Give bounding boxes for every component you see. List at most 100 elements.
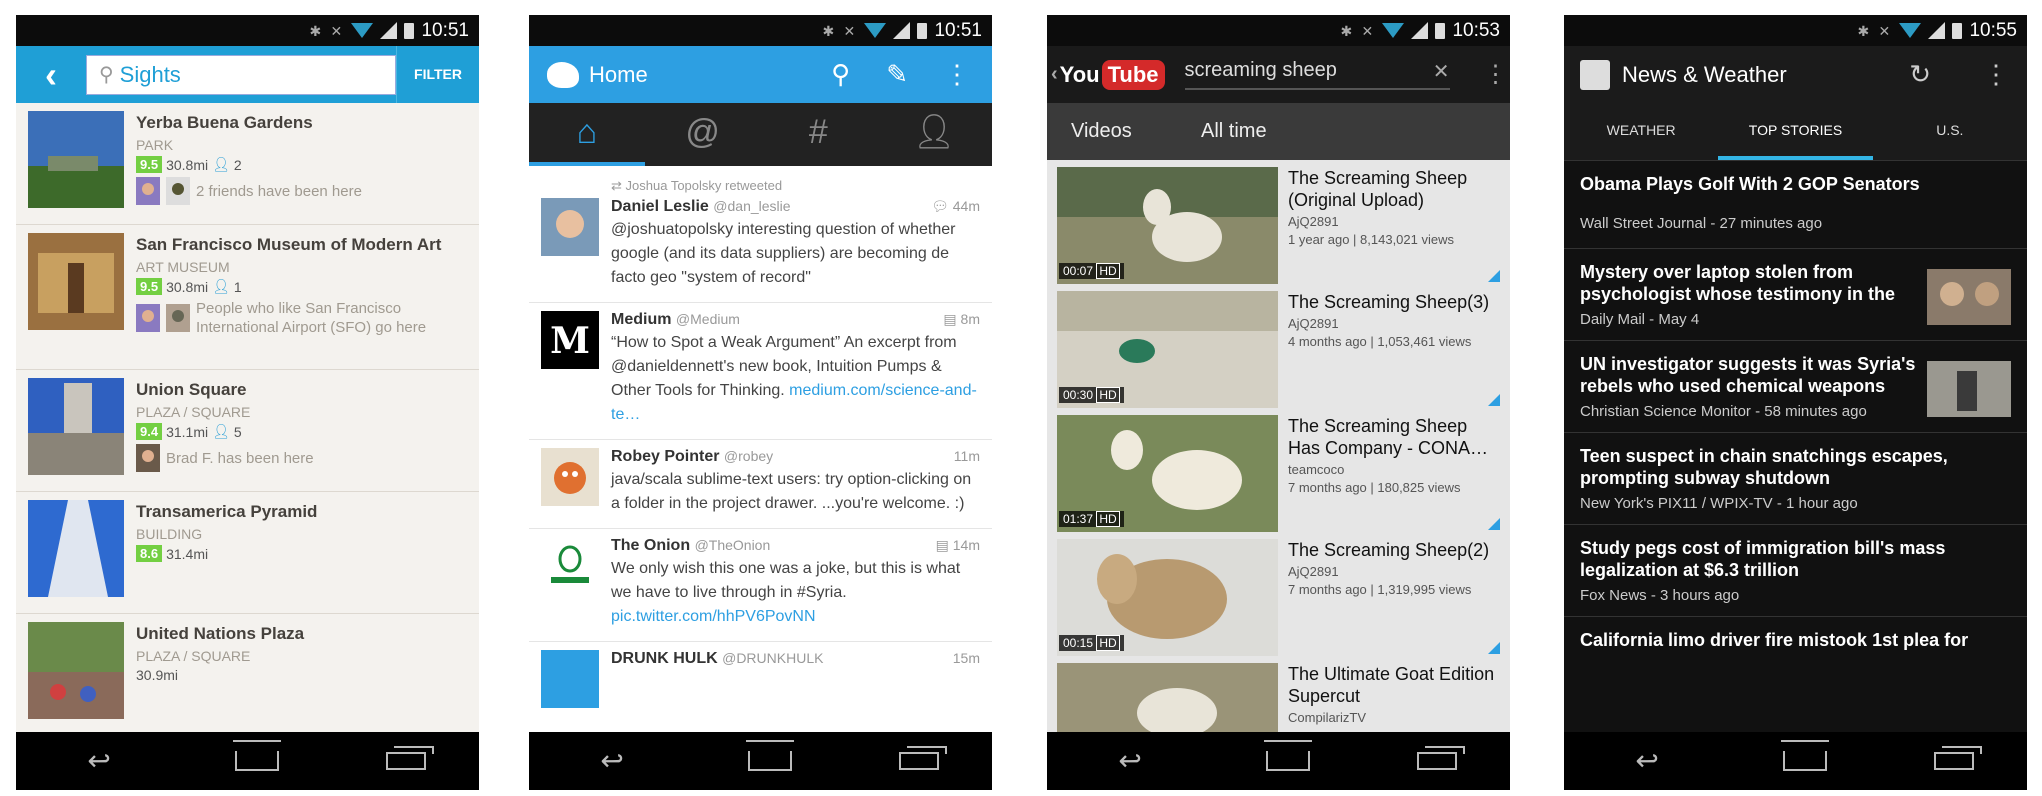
back-nav-icon[interactable]: ↩ xyxy=(69,747,129,775)
venue-photo xyxy=(28,500,124,597)
avatar xyxy=(136,444,160,472)
venue-name: San Francisco Museum of Modern Art xyxy=(136,235,442,254)
news-headline: UN investigator suggests it was Syria's … xyxy=(1580,354,1916,396)
back-nav-icon[interactable]: ↩ xyxy=(582,747,642,775)
tweet-link[interactable]: pic.twitter.com/hhPV6PovNN xyxy=(611,608,816,625)
tweet-author: Medium xyxy=(611,311,672,328)
venue-item[interactable]: United Nations Plaza PLAZA / SQUARE 30.9… xyxy=(16,614,479,736)
tab-top-stories[interactable]: TOP STORIES xyxy=(1718,103,1873,160)
tweet[interactable]: Daniel Leslie @dan_leslie 💬︎ 44m @joshuat… xyxy=(529,194,992,303)
avatar xyxy=(541,650,599,708)
more-corner-icon[interactable] xyxy=(1488,518,1500,530)
search-field[interactable]: screaming sheep ✕ xyxy=(1184,59,1450,90)
venue-score: 9.5 xyxy=(136,156,163,173)
tweet-author: Daniel Leslie xyxy=(611,198,709,215)
action-bar: ‹ ⚲ Sights FILTER xyxy=(16,46,479,103)
refresh-icon[interactable]: ↻ xyxy=(1909,59,1931,90)
compose-icon[interactable]: ✎ xyxy=(886,59,908,90)
video-item[interactable]: 01:37 HD The Screaming Sheep Has Company… xyxy=(1047,408,1510,532)
news-item[interactable]: UN investigator suggests it was Syria's … xyxy=(1564,341,2027,433)
overflow-menu-icon[interactable]: ⋮ xyxy=(1484,60,1508,89)
person-icon: 👤︎ xyxy=(212,156,230,172)
search-icon[interactable]: ⚲ xyxy=(831,59,850,90)
news-source: Fox News - 3 hours ago xyxy=(1580,587,1740,604)
tweet-handle: @dan_leslie xyxy=(713,198,791,214)
venue-score: 9.4 xyxy=(136,423,163,440)
venue-item[interactable]: Union Square PLAZA / SQUARE 9.4 31.1mi 👤… xyxy=(16,370,479,492)
venue-distance: 30.9mi xyxy=(136,667,179,683)
video-title: The Screaming Sheep Has Company - CONA… xyxy=(1288,416,1489,458)
video-meta: 7 months ago | 180,825 views xyxy=(1288,480,1461,495)
home-nav-icon[interactable] xyxy=(748,751,793,771)
home-nav-icon[interactable] xyxy=(1783,751,1828,771)
video-item[interactable]: 00:07 HD The Screaming Sheep (Original U… xyxy=(1047,160,1510,284)
venue-score: 8.6 xyxy=(136,545,163,562)
news-item[interactable]: California limo driver fire mistook 1st … xyxy=(1564,617,2027,663)
page-title: Home xyxy=(589,61,648,87)
tab-bar: WEATHER TOP STORIES U.S. xyxy=(1564,103,2027,161)
tweet-handle: @TheOnion xyxy=(694,537,771,553)
home-nav-icon[interactable] xyxy=(1266,751,1311,771)
recents-nav-icon[interactable] xyxy=(385,746,434,770)
recents-nav-icon[interactable] xyxy=(898,746,947,770)
type-filter[interactable]: Videos xyxy=(1071,120,1171,143)
news-headline: Teen suspect in chain snatchings escapes… xyxy=(1580,446,1948,488)
search-field[interactable]: ⚲ Sights xyxy=(86,54,396,95)
tweet[interactable]: DRUNK HULK @DRUNKHULK 15m xyxy=(529,642,992,720)
news-item[interactable]: Teen suspect in chain snatchings escapes… xyxy=(1564,433,2027,525)
battery-icon xyxy=(404,22,415,39)
venue-name: United Nations Plaza xyxy=(136,624,305,643)
back-icon[interactable]: ‹ xyxy=(16,46,86,103)
video-title: The Ultimate Goat Edition Supercut xyxy=(1288,664,1495,706)
status-bar: ✱ ✕ 10:53 xyxy=(1047,15,1510,46)
friends-text: 2 friends have been here xyxy=(196,182,362,200)
overflow-menu-icon[interactable]: ⋮ xyxy=(944,59,970,90)
action-bar: News & Weather ↻ ⋮ xyxy=(1564,46,2027,103)
nav-bar: ↩ xyxy=(529,732,992,790)
news-app-icon xyxy=(1580,59,1610,90)
venue-stats: 8.6 31.4mi xyxy=(136,545,317,562)
venue-item[interactable]: San Francisco Museum of Modern Art ART M… xyxy=(16,225,479,370)
home-tab-icon[interactable]: ⌂ xyxy=(529,103,645,166)
video-title: The Screaming Sheep (Original Upload) xyxy=(1288,168,1468,210)
back-nav-icon[interactable]: ↩ xyxy=(1617,747,1677,775)
youtube-logo[interactable]: ‹ You Tube xyxy=(1051,59,1165,90)
status-bar: ✱ ✕ 10:55 xyxy=(1564,15,2027,46)
tab-weather[interactable]: WEATHER xyxy=(1564,103,1718,160)
overflow-menu-icon[interactable]: ⋮ xyxy=(1983,59,2009,90)
news-item[interactable]: Mystery over laptop stolen from psycholo… xyxy=(1564,249,2027,341)
video-channel: CompilarizTV xyxy=(1288,710,1367,725)
filter-button[interactable]: FILTER xyxy=(396,46,479,103)
video-item[interactable]: 00:30 HD The Screaming Sheep(3) AjQ2891 … xyxy=(1047,284,1510,408)
tweet[interactable]: M Medium @Medium ▤ 8m “How to Spot a Weak… xyxy=(529,303,992,440)
news-item[interactable]: Obama Plays Golf With 2 GOP Senators Wal… xyxy=(1564,161,2027,249)
tweet[interactable]: Robey Pointer @robey 11m java/scala subli… xyxy=(529,440,992,529)
back-nav-icon[interactable]: ↩ xyxy=(1100,747,1160,775)
time-filter[interactable]: All time xyxy=(1201,120,1267,143)
home-nav-icon[interactable] xyxy=(235,751,280,771)
tab-us[interactable]: U.S. xyxy=(1873,103,2027,160)
venue-friends: People who like San Francisco Internatio… xyxy=(136,299,467,337)
venue-distance: 30.8mi xyxy=(166,278,209,295)
video-item[interactable]: 00:15 HD The Screaming Sheep(2) AjQ2891 … xyxy=(1047,532,1510,656)
mentions-tab-icon[interactable]: @ xyxy=(645,103,761,166)
image-icon: ▤ xyxy=(935,537,953,553)
recents-nav-icon[interactable] xyxy=(1416,746,1465,770)
venue-item[interactable]: Transamerica Pyramid BUILDING 8.6 31.4mi xyxy=(16,492,479,614)
clear-icon[interactable]: ✕ xyxy=(1433,59,1450,84)
mute-icon: ✕ xyxy=(330,22,343,39)
discover-tab-icon[interactable]: # xyxy=(761,103,877,166)
recents-nav-icon[interactable] xyxy=(1933,746,1982,770)
profile-tab-icon[interactable]: 👤︎ xyxy=(876,103,992,166)
news-item[interactable]: Study pegs cost of immigration bill's ma… xyxy=(1564,525,2027,617)
avatar xyxy=(166,304,190,332)
more-corner-icon[interactable] xyxy=(1488,270,1500,282)
avatar xyxy=(136,304,160,332)
tweet[interactable]: The Onion @TheOnion ▤ 14m We only wish th… xyxy=(529,529,992,642)
news-headline: Study pegs cost of immigration bill's ma… xyxy=(1580,538,1946,580)
more-corner-icon[interactable] xyxy=(1488,394,1500,406)
venue-photo xyxy=(28,111,124,208)
venue-item[interactable]: Yerba Buena Gardens PARK 9.5 30.8mi 👤︎ 2… xyxy=(16,103,479,225)
more-corner-icon[interactable] xyxy=(1488,642,1500,654)
reply-icon: 💬︎ xyxy=(931,198,953,214)
